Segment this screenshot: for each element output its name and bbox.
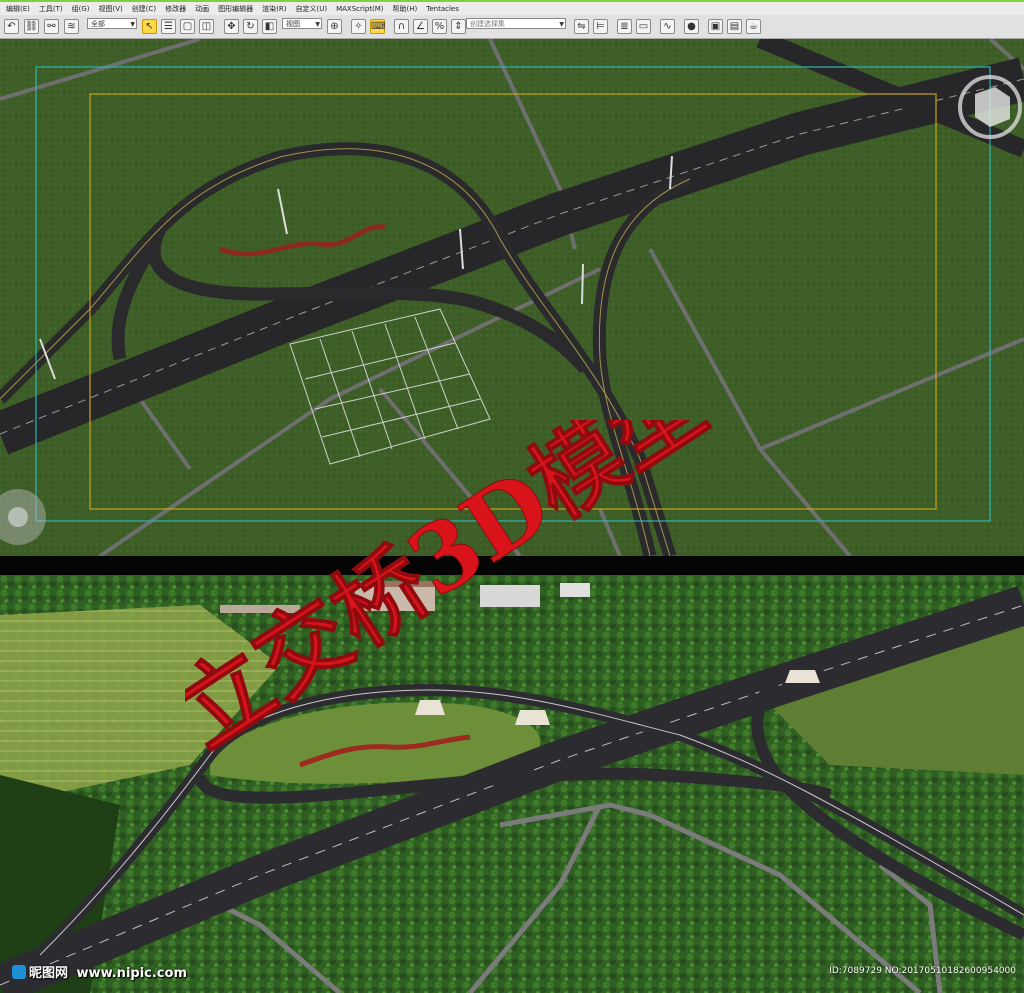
mirror-icon[interactable]: ⇋ [574,19,589,34]
site-logo-text: 昵图网 [29,966,69,981]
render-setup-icon[interactable]: ▣ [708,19,723,34]
menu-item-1[interactable]: 工具(T) [39,4,63,14]
window-crossing-icon[interactable]: ◫ [199,19,214,34]
align-icon[interactable]: ⊨ [593,19,608,34]
unlink-icon[interactable]: ⚯ [44,19,59,34]
render-scene [0,575,1024,993]
rendered-preview [0,575,1024,993]
rotate-icon[interactable]: ↻ [243,19,258,34]
menu-item-8[interactable]: 渲染(R) [262,4,286,14]
menu-item-9[interactable]: 自定义(U) [295,4,327,14]
menu-item-4[interactable]: 创建(C) [132,4,156,14]
named-selection-placeholder: 创建选择集 [470,20,505,28]
menu-item-0[interactable]: 编辑(E) [6,4,30,14]
rectangular-selection-icon[interactable]: ▢ [180,19,195,34]
site-url: www.nipic.com [76,966,187,981]
chevron-down-icon: ▼ [315,21,320,28]
spinner-snap-icon[interactable]: ⇕ [451,19,466,34]
material-editor-icon[interactable]: ● [684,19,699,34]
menu-item-11[interactable]: 帮助(H) [393,4,418,14]
nipic-logo-icon [12,965,26,979]
move-icon[interactable]: ✥ [224,19,239,34]
menu-item-5[interactable]: 修改器 [165,4,186,14]
pivot-center-icon[interactable]: ⊕ [327,19,342,34]
perspective-viewport[interactable] [0,39,1024,556]
menu-item-3[interactable]: 视图(V) [99,4,123,14]
viewport-scene [0,39,1024,556]
curve-editor-icon[interactable]: ∿ [660,19,675,34]
menu-item-6[interactable]: 动画 [195,4,209,14]
keyboard-shortcut-override-icon[interactable]: ⌨ [370,19,385,34]
site-watermark: 昵图网 www.nipic.com [12,962,187,981]
3dsmax-window: 编辑(E) 工具(T) 组(G) 视图(V) 创建(C) 修改器 动画 图形编辑器 渲染(R) 自… [0,0,1024,993]
menu-item-2[interactable]: 组(G) [72,4,90,14]
image-id-label: ID:7089729 NO:20170510182600954000 [829,966,1016,976]
graphite-ribbon-icon[interactable]: ▭ [636,19,651,34]
rendered-frame-window-icon[interactable]: ▤ [727,19,742,34]
layer-manager-icon[interactable]: ≣ [617,19,632,34]
chevron-down-icon: ▼ [130,21,135,28]
menu-item-10[interactable]: MAXScript(M) [336,5,383,13]
reference-coordinate-value: 视图 [286,20,300,28]
selection-filter-value: 全部 [91,20,105,28]
link-icon[interactable]: ⛓ [24,19,39,34]
menu-item-7[interactable]: 图形编辑器 [218,4,253,14]
snaps-toggle-icon[interactable]: ∩ [394,19,409,34]
render-production-icon[interactable]: ☕ [746,19,761,34]
select-and-manipulate-icon[interactable]: ✧ [351,19,366,34]
angle-snap-icon[interactable]: ∠ [413,19,428,34]
scale-icon[interactable]: ◧ [262,19,277,34]
menu-bar: 编辑(E) 工具(T) 组(G) 视图(V) 创建(C) 修改器 动画 图形编辑器 渲染(R) 自… [0,2,1024,15]
select-object-icon[interactable]: ↖ [142,19,157,34]
bind-spacewarp-icon[interactable]: ≋ [64,19,79,34]
chevron-down-icon: ▼ [559,21,564,28]
selection-filter-dropdown[interactable]: 全部 ▼ [87,18,137,29]
menu-item-12[interactable]: Tentacles [426,5,459,13]
select-by-name-icon[interactable]: ☰ [161,19,176,34]
named-selection-sets-dropdown[interactable]: 创建选择集 ▼ [466,18,566,29]
viewport-divider [0,556,1024,575]
main-toolbar: ↶ ⛓ ⚯ ≋ 全部 ▼ ↖ ☰ ▢ ◫ ✥ ↻ ◧ 视图 ▼ ⊕ ✧ ⌨ ∩ ∠ … [0,15,1024,39]
undo-icon[interactable]: ↶ [4,19,19,34]
reference-coordinate-dropdown[interactable]: 视图 ▼ [282,18,322,29]
percent-snap-icon[interactable]: % [432,19,447,34]
